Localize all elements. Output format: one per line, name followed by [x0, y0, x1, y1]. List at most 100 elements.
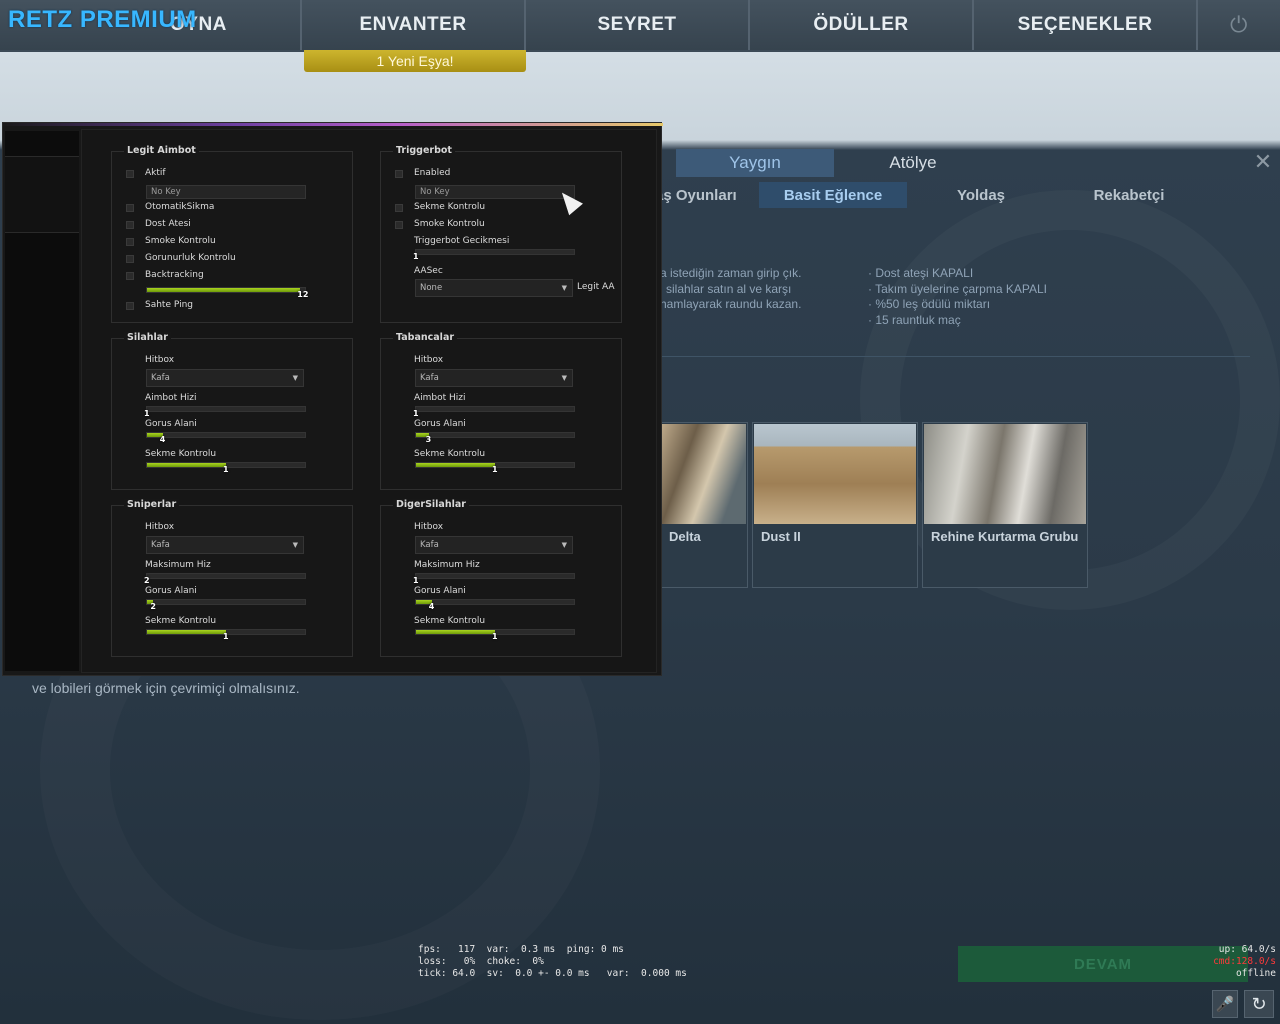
max-speed-label: Maksimum Hiz	[414, 560, 480, 570]
refresh-icon[interactable]: ↻	[1244, 990, 1274, 1018]
nav-options-button[interactable]: SEÇENEKLER	[974, 0, 1198, 50]
recoil-slider[interactable]: 1	[415, 462, 575, 474]
power-icon[interactable]: ⏻	[1198, 0, 1280, 50]
close-icon[interactable]: ✕	[1252, 152, 1274, 174]
fov-label: Gorus Alani	[414, 419, 466, 429]
chevron-down-icon: ▼	[292, 541, 298, 549]
backtracking-checkbox[interactable]	[126, 272, 134, 280]
map-thumbnail	[662, 424, 746, 524]
fov-slider[interactable]: 3	[415, 432, 575, 444]
friendly-fire-checkbox[interactable]	[126, 221, 134, 229]
legit-aa-label: Legit AA	[577, 282, 615, 292]
fov-label: Gorus Alani	[145, 586, 197, 596]
slider-value: 4	[159, 435, 166, 444]
hitbox-label: Hitbox	[414, 522, 444, 532]
fov-slider[interactable]: 4	[415, 599, 575, 611]
trigger-smoke-label: Smoke Kontrolu	[414, 219, 485, 229]
chevron-down-icon: ▼	[292, 374, 298, 382]
trigger-smoke-checkbox[interactable]	[395, 221, 403, 229]
rule-line: · 15 rauntluk maç	[868, 312, 961, 327]
rule-line: · Dost ateşi KAPALI	[868, 266, 974, 280]
net-stats: up: 64.0/s cmd:128.0/s offline	[1196, 944, 1276, 980]
fake-ping-checkbox[interactable]	[126, 302, 134, 310]
active-checkbox[interactable]	[126, 170, 134, 178]
nav-rewards-button[interactable]: ÖDÜLLER	[750, 0, 974, 50]
map-card-delta[interactable]: Delta	[660, 422, 748, 588]
map-name: Dust II	[761, 529, 801, 544]
tab-mode-casual[interactable]: Basit Eğlence	[759, 182, 907, 208]
description-line: a istediğin zaman girip çık.	[660, 266, 802, 280]
group-title: Silahlar	[124, 332, 171, 343]
netgraph-line: loss: 0% choke: 0%	[418, 956, 544, 967]
tab-official[interactable]: Yaygın	[676, 149, 834, 177]
group-title: Tabancalar	[393, 332, 458, 343]
dropdown-value: None	[420, 283, 443, 293]
microphone-icon[interactable]: 🎤	[1212, 990, 1238, 1018]
fov-slider[interactable]: 2	[146, 599, 306, 611]
backtracking-slider[interactable]: 12	[146, 287, 308, 299]
rule-line: · %50 leş ödülü miktarı	[868, 297, 991, 311]
cheat-sidebar-tab[interactable]	[5, 131, 79, 157]
aimbot-key-field[interactable]: No Key	[146, 185, 306, 199]
recoil-slider[interactable]: 1	[415, 629, 575, 641]
trigger-recoil-checkbox[interactable]	[395, 204, 403, 212]
aimbot-speed-slider[interactable]: 1	[144, 406, 306, 418]
tab-mode-other[interactable]: aş Oyunları	[655, 182, 759, 208]
fov-label: Gorus Alani	[145, 419, 197, 429]
group-other-weapons: DigerSilahlar Hitbox Kafa ▼ Maksimum Hiz …	[380, 499, 622, 657]
aimbot-speed-label: Aimbot Hizi	[414, 393, 466, 403]
recoil-label: Sekme Kontrolu	[145, 449, 217, 459]
offline-message: ve lobileri görmek için çevrimiçi olmalı…	[32, 680, 300, 696]
hitbox-label: Hitbox	[145, 355, 175, 365]
new-item-notice[interactable]: 1 Yeni Eşya!	[304, 50, 526, 72]
dropdown-value: Kafa	[151, 373, 170, 383]
chevron-down-icon: ▼	[561, 374, 567, 382]
recoil-slider[interactable]: 1	[146, 629, 306, 641]
trigger-enabled-label: Enabled	[414, 168, 451, 178]
tab-mode-competitive[interactable]: Rekabetçi	[1055, 182, 1203, 208]
slider-value: 1	[413, 576, 419, 585]
aa-select-dropdown[interactable]: None ▼	[415, 279, 573, 297]
auto-fire-checkbox[interactable]	[126, 204, 134, 212]
map-name: Rehine Kurtarma Grubu	[931, 529, 1079, 544]
trigger-enabled-checkbox[interactable]	[395, 170, 403, 178]
max-speed-slider[interactable]: 1	[413, 573, 575, 585]
smoke-check-checkbox[interactable]	[126, 238, 134, 246]
cheat-sidebar-tab[interactable]	[5, 232, 79, 671]
nav-inventory-button[interactable]: ENVANTER	[302, 0, 526, 50]
slider-fill	[416, 630, 495, 634]
max-speed-slider[interactable]: 2	[144, 573, 306, 585]
chevron-down-icon: ▼	[561, 541, 567, 549]
hitbox-dropdown[interactable]: Kafa ▼	[146, 369, 304, 387]
hitbox-dropdown[interactable]: Kafa ▼	[415, 369, 573, 387]
slider-value: 1	[223, 632, 229, 641]
slider-value: 1	[492, 632, 498, 641]
hitbox-dropdown[interactable]: Kafa ▼	[415, 536, 573, 554]
hitbox-label: Hitbox	[145, 522, 175, 532]
group-triggerbot: Triggerbot Enabled No Key Sekme Kontrolu…	[380, 145, 622, 323]
cheat-menu-accent-bar	[3, 123, 663, 126]
aa-select-label: AASec	[414, 266, 443, 276]
hitbox-dropdown[interactable]: Kafa ▼	[146, 536, 304, 554]
group-snipers: Sniperlar Hitbox Kafa ▼ Maksimum Hiz 2 Go…	[111, 499, 353, 657]
visibility-check-checkbox[interactable]	[126, 255, 134, 263]
netgraph-line: tick: 64.0 sv: 0.0 +- 0.0 ms var: 0.000 …	[418, 968, 687, 979]
dropdown-value: Kafa	[420, 373, 439, 383]
map-card-dust2[interactable]: Dust II	[752, 422, 918, 588]
tab-workshop[interactable]: Atölye	[834, 149, 992, 177]
nav-watch-button[interactable]: SEYRET	[526, 0, 750, 50]
fov-slider[interactable]: 4	[146, 432, 306, 444]
recoil-label: Sekme Kontrolu	[145, 616, 217, 626]
slider-value: 1	[144, 409, 150, 418]
aimbot-speed-slider[interactable]: 1	[413, 406, 575, 418]
dropdown-value: Kafa	[420, 540, 439, 550]
tab-mode-wingman[interactable]: Yoldaş	[907, 182, 1055, 208]
recoil-slider[interactable]: 1	[146, 462, 306, 474]
trigger-delay-slider[interactable]: 1	[413, 249, 575, 261]
net-cmd: cmd:128.0/s	[1213, 956, 1276, 967]
trigger-key-field[interactable]: No Key	[415, 185, 575, 199]
map-card-hostage-group[interactable]: Rehine Kurtarma Grubu	[922, 422, 1088, 588]
slider-value: 4	[428, 602, 435, 611]
hitbox-label: Hitbox	[414, 355, 444, 365]
auto-fire-label: OtomatikSikma	[145, 202, 215, 212]
